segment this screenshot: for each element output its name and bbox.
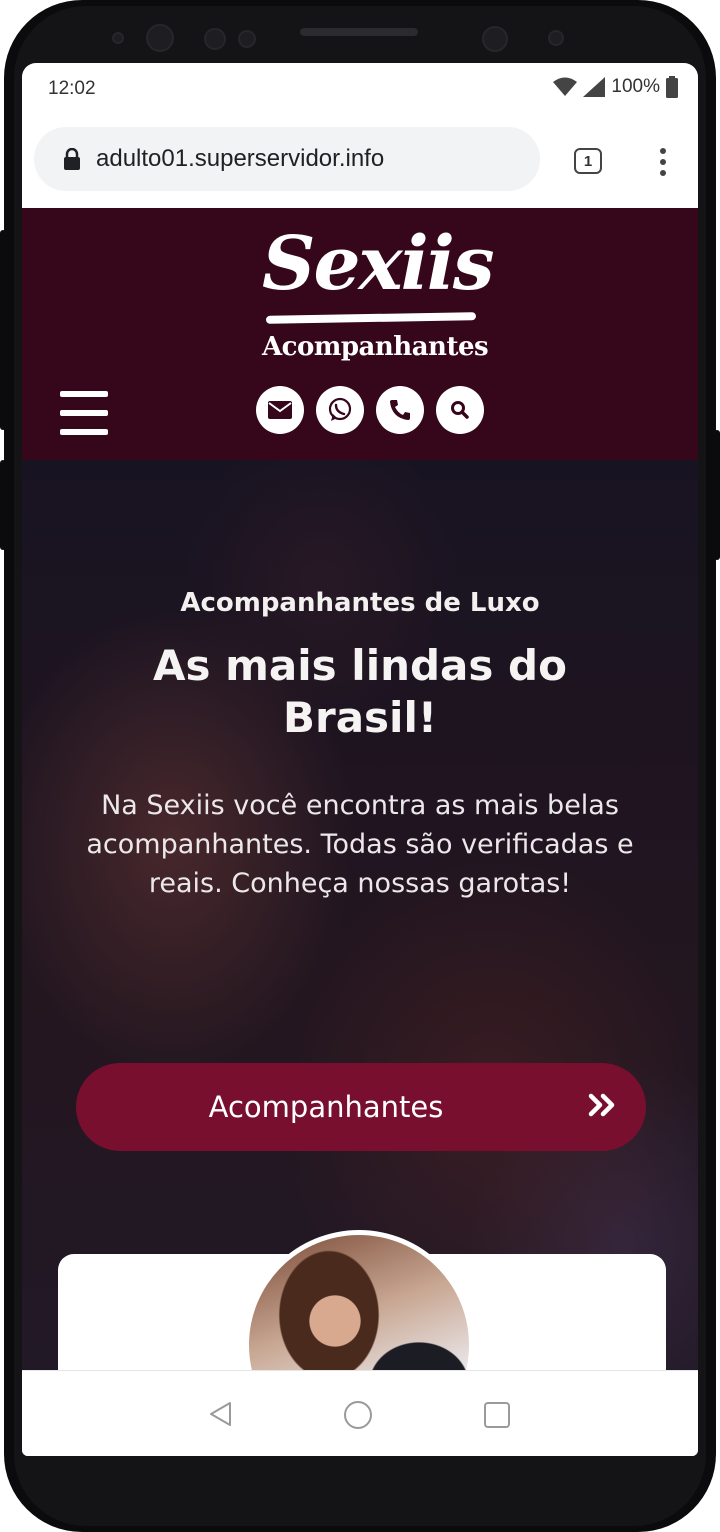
cta-label: Acompanhantes <box>208 1090 444 1124</box>
sensor-dot <box>238 30 256 48</box>
search-icon[interactable] <box>436 386 484 434</box>
status-icons: 100% <box>553 76 678 98</box>
sensor-dot <box>548 30 564 46</box>
sensor-dot <box>204 28 226 50</box>
wifi-icon <box>553 77 578 96</box>
home-icon[interactable] <box>344 1401 372 1429</box>
logo-subtitle: Acompanhantes <box>262 332 489 362</box>
hero-description: Na Sexiis você encontra as mais belas ac… <box>86 790 634 899</box>
cell-signal-icon <box>583 77 606 97</box>
phone-side-button-left <box>0 230 6 430</box>
url-text: adulto01.superservidor.info <box>96 145 385 172</box>
site-header: Sexiis Acompanhantes <box>22 208 698 460</box>
phone-side-button-left-lower <box>0 460 6 550</box>
back-icon[interactable] <box>208 1401 232 1427</box>
more-options-icon[interactable] <box>658 147 668 177</box>
acompanhantes-button[interactable]: Acompanhantes <box>76 1063 646 1151</box>
site-logo[interactable]: Sexiis <box>262 220 495 308</box>
battery-percentage: 100% <box>611 76 660 97</box>
hero-subtitle: Acompanhantes de Luxo <box>180 588 540 618</box>
phone-side-button-right <box>714 430 720 560</box>
hero-title: As mais lindas do Brasil! <box>153 641 567 742</box>
front-camera <box>482 26 508 52</box>
phone-icon[interactable] <box>376 386 424 434</box>
status-time: 12:02 <box>48 78 96 99</box>
menu-icon[interactable] <box>60 391 108 435</box>
phone-sensors <box>0 20 720 60</box>
contact-icons <box>256 386 484 434</box>
battery-icon <box>666 76 678 98</box>
double-chevron-right-icon <box>588 1093 615 1117</box>
logo-underline <box>265 312 477 324</box>
earpiece-speaker <box>300 28 418 36</box>
address-bar[interactable]: adulto01.superservidor.info <box>34 127 540 191</box>
phone-screen: 12:02 100% adulto01.superservidor.info 1 <box>22 63 698 1456</box>
lock-icon <box>64 148 80 170</box>
status-bar: 12:02 100% <box>22 63 698 115</box>
system-nav-bar <box>22 1370 698 1456</box>
tab-count: 1 <box>583 152 593 170</box>
tab-switcher-button[interactable]: 1 <box>574 148 602 174</box>
recent-apps-icon[interactable] <box>484 1402 510 1428</box>
whatsapp-icon[interactable] <box>316 386 364 434</box>
front-camera <box>146 24 174 52</box>
envelope-icon[interactable] <box>256 386 304 434</box>
sensor-dot <box>112 32 124 44</box>
hero-section: Acompanhantes de Luxo As mais lindas do … <box>22 460 698 1370</box>
